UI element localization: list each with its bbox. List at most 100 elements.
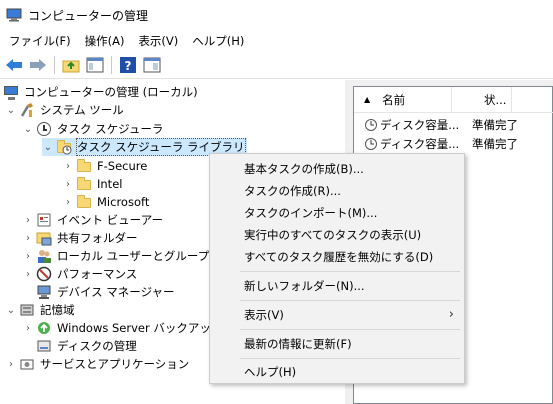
- tree-node-label: F-Secure: [97, 159, 148, 173]
- computer-management-icon: [6, 8, 22, 22]
- storage-icon: [19, 302, 35, 318]
- menu-item-help[interactable]: ヘルプ(H): [210, 361, 464, 383]
- users-icon: [36, 248, 52, 264]
- tree-node-label: Windows Server バックアップ: [57, 321, 223, 335]
- toolbar-separator: [54, 56, 55, 74]
- computer-management-window: コンピューターの管理 ファイル(F) 操作(A) 表示(V) ヘルプ(H) ?: [0, 0, 553, 404]
- tree-node-services-apps[interactable]: › サービスとアプリケーション: [5, 355, 189, 373]
- tree-node-label: サービスとアプリケーション: [40, 357, 190, 371]
- menu-file[interactable]: ファイル(F): [2, 30, 78, 52]
- column-header-name[interactable]: ▲ 名前: [354, 86, 452, 113]
- task-status: 準備完了: [472, 117, 518, 132]
- tree-node-local-users[interactable]: › ローカル ユーザーとグループ: [22, 247, 209, 265]
- tree-node-intel[interactable]: › Intel: [62, 175, 122, 193]
- menu-item-view-label: 表示(V): [244, 308, 284, 322]
- menu-item-disable-task-history[interactable]: すべてのタスク履歴を無効にする(D): [210, 246, 464, 268]
- tree-node-label: ローカル ユーザーとグループ: [57, 249, 210, 263]
- tree-node-disk-management[interactable]: ディスクの管理: [36, 337, 137, 355]
- expand-chevron-icon[interactable]: ›: [62, 175, 74, 193]
- folder-icon: [76, 194, 92, 210]
- system-tools-icon: [19, 102, 35, 118]
- tree-node-event-viewer[interactable]: › イベント ビューアー: [22, 211, 163, 229]
- collapse-chevron-icon[interactable]: ⌄: [22, 120, 34, 138]
- folder-clock-icon: [56, 139, 72, 155]
- table-row[interactable]: ディスク容量... 準備完了: [354, 134, 553, 153]
- up-folder-icon[interactable]: [60, 54, 82, 76]
- expand-chevron-icon[interactable]: ›: [22, 265, 34, 283]
- tree-node-storage[interactable]: ⌄ 記憶域: [5, 301, 75, 319]
- expand-chevron-icon[interactable]: ›: [22, 319, 34, 337]
- svg-text:?: ?: [125, 59, 132, 73]
- menu-help[interactable]: ヘルプ(H): [185, 30, 251, 52]
- collapse-chevron-icon[interactable]: ⌄: [42, 138, 54, 156]
- expand-chevron-icon[interactable]: ›: [22, 211, 34, 229]
- menu-item-refresh[interactable]: 最新の情報に更新(F): [210, 333, 464, 355]
- help-icon[interactable]: ?: [117, 54, 139, 76]
- performance-icon: [36, 266, 52, 282]
- task-status: 準備完了: [472, 136, 518, 151]
- tree-node-device-manager[interactable]: デバイス マネージャー: [36, 283, 175, 301]
- tree-node-label: Microsoft: [97, 195, 150, 209]
- event-viewer-icon: [36, 212, 52, 228]
- collapse-chevron-icon[interactable]: ⌄: [5, 101, 17, 119]
- menu-separator: [240, 358, 460, 359]
- task-name: ディスク容量...: [380, 136, 460, 151]
- expand-chevron-icon[interactable]: ›: [22, 229, 34, 247]
- menu-bar: ファイル(F) 操作(A) 表示(V) ヘルプ(H): [0, 30, 553, 52]
- disk-management-icon: [36, 338, 52, 354]
- toolbar: ?: [0, 52, 553, 79]
- menu-item-create-task[interactable]: タスクの作成(R)...: [210, 180, 464, 202]
- device-manager-icon: [36, 284, 52, 300]
- tree-node-label: Intel: [97, 177, 123, 191]
- back-arrow-icon[interactable]: [3, 54, 25, 76]
- column-header-status[interactable]: 状...: [452, 86, 512, 113]
- tree-node-shared-folders[interactable]: › 共有フォルダー: [22, 229, 138, 247]
- tree-node-fsecure[interactable]: › F-Secure: [62, 157, 147, 175]
- collapse-chevron-icon[interactable]: ⌄: [5, 301, 17, 319]
- folder-icon: [76, 158, 92, 174]
- menu-item-create-basic-task[interactable]: 基本タスクの作成(B)...: [210, 158, 464, 180]
- table-row[interactable]: ディスク容量... 準備完了: [354, 115, 553, 134]
- menu-item-view[interactable]: 表示(V) ›: [210, 304, 464, 326]
- menu-view[interactable]: 表示(V): [131, 30, 185, 52]
- shared-folder-icon: [36, 230, 52, 246]
- services-icon: [19, 356, 35, 372]
- expand-chevron-icon[interactable]: ›: [62, 193, 74, 211]
- backup-icon: [36, 320, 52, 336]
- submenu-arrow-icon: ›: [448, 307, 454, 322]
- toolbar-separator: [111, 56, 112, 74]
- list-header: ▲ 名前 状...: [354, 86, 553, 113]
- tree-node-label: ディスクの管理: [57, 339, 137, 353]
- window-title: コンピューターの管理: [28, 8, 149, 23]
- show-hide-console-tree-icon[interactable]: [84, 54, 106, 76]
- expand-chevron-icon[interactable]: ›: [22, 247, 34, 265]
- tree-node-system-tools[interactable]: ⌄ システム ツール: [5, 101, 124, 119]
- tree-node-label: デバイス マネージャー: [57, 285, 175, 299]
- column-header-trigger[interactable]: [512, 87, 553, 113]
- tree-node-microsoft[interactable]: › Microsoft: [62, 193, 149, 211]
- computer-icon: [3, 84, 19, 100]
- task-clock-icon: [364, 118, 378, 132]
- menu-item-display-running-tasks[interactable]: 実行中のすべてのタスクの表示(U): [210, 224, 464, 246]
- menu-item-import-task[interactable]: タスクのインポート(M)...: [210, 202, 464, 224]
- menu-action[interactable]: 操作(A): [78, 30, 132, 52]
- expand-chevron-icon[interactable]: ›: [62, 157, 74, 175]
- menu-separator: [240, 271, 460, 272]
- menu-separator: [240, 329, 460, 330]
- tree-node-performance[interactable]: › パフォーマンス: [22, 265, 137, 283]
- tree-node-windows-backup[interactable]: › Windows Server バックアップ: [22, 319, 222, 337]
- context-menu: 基本タスクの作成(B)... タスクの作成(R)... タスクのインポート(M)…: [209, 153, 465, 384]
- task-name: ディスク容量...: [380, 117, 460, 132]
- show-hide-action-pane-icon[interactable]: [141, 54, 163, 76]
- expand-chevron-icon[interactable]: ›: [5, 355, 17, 373]
- tree-node-label: イベント ビューアー: [57, 213, 164, 227]
- title-bar: コンピューターの管理: [0, 0, 553, 30]
- tree-node-label: 記憶域: [40, 303, 75, 317]
- tree-node-label: 共有フォルダー: [57, 231, 138, 245]
- tree-node-label: タスク スケジューラ: [57, 122, 164, 136]
- menu-separator: [240, 300, 460, 301]
- tree-node-root[interactable]: コンピューターの管理 (ローカル): [3, 83, 198, 101]
- menu-item-new-folder[interactable]: 新しいフォルダー(N)...: [210, 275, 464, 297]
- forward-arrow-icon[interactable]: [27, 54, 49, 76]
- tree-node-task-scheduler[interactable]: ⌄ タスク スケジューラ: [22, 120, 163, 138]
